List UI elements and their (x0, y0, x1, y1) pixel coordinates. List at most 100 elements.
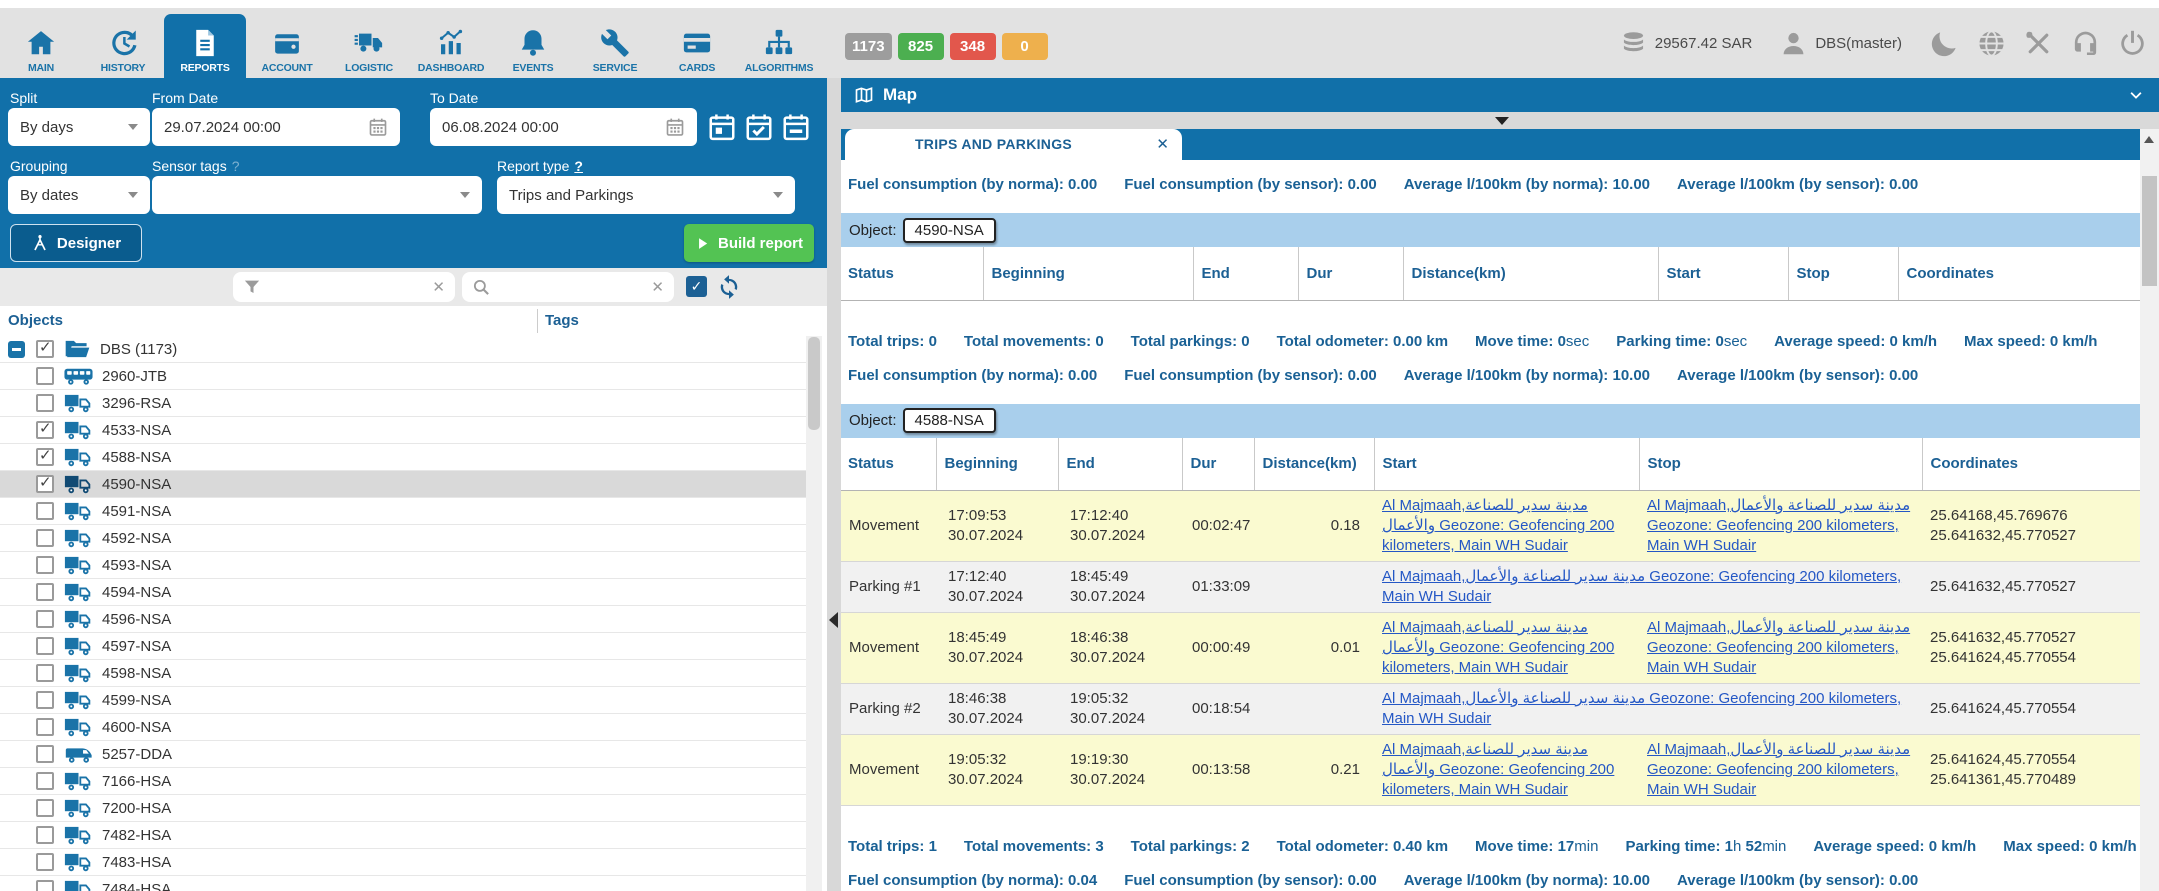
checkbox[interactable] (36, 610, 54, 628)
calendar-day-preset-icon[interactable] (707, 112, 737, 142)
tree-item[interactable]: 3296-RSA (0, 390, 806, 417)
objects-scrollbar-thumb[interactable] (808, 337, 820, 430)
tree-item[interactable]: 7484-HSA (0, 876, 806, 891)
tree-item[interactable]: 7166-HSA (0, 768, 806, 795)
tree-item[interactable]: 7200-HSA (0, 795, 806, 822)
start-location-link[interactable]: Al Majmaah,مدينة سدير للصناعة والأعمال G… (1382, 497, 1614, 554)
tree-item[interactable]: 4596-NSA (0, 606, 806, 633)
tree-item[interactable]: 4593-NSA (0, 552, 806, 579)
settings-tools-icon[interactable] (2024, 29, 2053, 58)
scroll-up-icon[interactable] (2144, 136, 2154, 143)
split-select[interactable]: By days (8, 108, 150, 146)
sensor-tags-select[interactable] (152, 176, 482, 214)
checkbox[interactable] (36, 421, 54, 439)
start-location-link[interactable]: Al Majmaah,مدينة سدير للصناعة والأعمال G… (1382, 741, 1614, 798)
checkbox[interactable] (36, 583, 54, 601)
sensor-tags-help[interactable]: ? (232, 158, 240, 174)
clear-filter-icon[interactable]: ✕ (432, 278, 445, 296)
checkbox[interactable] (36, 448, 54, 466)
logout-icon[interactable] (2118, 29, 2147, 58)
nav-tab-events[interactable]: EVENTS (492, 8, 574, 78)
filter-input[interactable]: ✕ (233, 272, 455, 302)
calendar-check-preset-icon[interactable] (744, 112, 774, 142)
checkbox[interactable] (36, 529, 54, 547)
stop-location-link[interactable]: Al Majmaah,مدينة سدير للصناعة والأعمال G… (1647, 497, 1910, 554)
tree-item[interactable]: 5257-DDA (0, 741, 806, 768)
parking-location-link[interactable]: Al Majmaah,مدينة سدير للصناعة والأعمال G… (1382, 690, 1901, 727)
checkbox[interactable] (36, 502, 54, 520)
checkbox[interactable] (36, 691, 54, 709)
checkbox[interactable] (36, 367, 54, 385)
tree-item[interactable]: 4533-NSA (0, 417, 806, 444)
counter-badge[interactable]: 348 (950, 33, 996, 60)
tree-item[interactable]: 4600-NSA (0, 714, 806, 741)
calendar-range-preset-icon[interactable] (781, 112, 811, 142)
nav-tab-algorithms[interactable]: ALGORITHMS (738, 8, 820, 78)
checkbox[interactable] (36, 772, 54, 790)
tree-item[interactable]: 4592-NSA (0, 525, 806, 552)
refresh-icon[interactable] (716, 274, 742, 300)
checkbox[interactable] (36, 718, 54, 736)
counter-badge[interactable]: 1173 (845, 33, 892, 60)
grouping-select[interactable]: By dates (8, 176, 150, 214)
checkbox[interactable] (36, 880, 54, 891)
checkbox[interactable] (36, 475, 54, 493)
expand-map-icon[interactable] (1495, 117, 1509, 125)
report-tab[interactable]: TRIPS AND PARKINGS ✕ (845, 129, 1182, 160)
nav-tab-service[interactable]: SERVICE (574, 8, 656, 78)
checkbox[interactable] (36, 394, 54, 412)
checkbox[interactable] (36, 745, 54, 763)
checkbox[interactable] (36, 664, 54, 682)
tree-item[interactable]: 4598-NSA (0, 660, 806, 687)
select-all-checkbox[interactable]: ✓ (686, 276, 707, 297)
to-date-input[interactable]: 06.08.2024 00:00 (430, 108, 697, 146)
tree-item[interactable]: 7483-HSA (0, 849, 806, 876)
checkbox[interactable] (36, 853, 54, 871)
calendar-icon[interactable] (665, 117, 685, 137)
checkbox[interactable] (36, 799, 54, 817)
nav-tab-reports[interactable]: REPORTS (164, 14, 246, 78)
nav-tab-main[interactable]: MAIN (0, 8, 82, 78)
map-collapse-icon[interactable] (2127, 86, 2145, 104)
report-type-select[interactable]: Trips and Parkings (497, 176, 795, 214)
checkbox[interactable] (36, 637, 54, 655)
clear-search-icon[interactable]: ✕ (651, 278, 664, 296)
checkbox[interactable] (36, 556, 54, 574)
search-input[interactable]: ✕ (462, 272, 674, 302)
collapse-toggle-icon[interactable] (8, 341, 25, 358)
nav-tab-dashboard[interactable]: DASHBOARD (410, 8, 492, 78)
parking-location-link[interactable]: Al Majmaah,مدينة سدير للصناعة والأعمال G… (1382, 568, 1901, 605)
checkbox[interactable] (36, 826, 54, 844)
tree-item[interactable]: 4599-NSA (0, 687, 806, 714)
calendar-icon[interactable] (368, 117, 388, 137)
tree-item[interactable]: 4588-NSA (0, 444, 806, 471)
designer-button[interactable]: Designer (10, 224, 142, 262)
tree-item[interactable]: 4594-NSA (0, 579, 806, 606)
tree-root-row[interactable]: DBS (1173) (0, 336, 806, 363)
report-type-help[interactable]: ? (574, 158, 583, 174)
checkbox[interactable] (36, 340, 54, 358)
tree-item[interactable]: 7482-HSA (0, 822, 806, 849)
report-scrollbar-thumb[interactable] (2142, 176, 2157, 286)
nav-tab-logistic[interactable]: LOGISTIC (328, 8, 410, 78)
nav-tab-account[interactable]: ACCOUNT (246, 8, 328, 78)
nav-tab-history[interactable]: HISTORY (82, 8, 164, 78)
tree-item[interactable]: 2960-JTB (0, 363, 806, 390)
counter-badge[interactable]: 825 (898, 33, 944, 60)
counter-badge[interactable]: 0 (1002, 33, 1048, 60)
tree-item[interactable]: 4590-NSA (0, 471, 806, 498)
support-icon[interactable] (2071, 29, 2100, 58)
build-report-button[interactable]: Build report (684, 224, 814, 262)
user-menu[interactable]: DBS(master) (1780, 30, 1902, 57)
panel-splitter[interactable] (827, 78, 841, 891)
dark-mode-icon[interactable] (1930, 29, 1959, 58)
stop-location-link[interactable]: Al Majmaah,مدينة سدير للصناعة والأعمال G… (1647, 741, 1910, 798)
language-icon[interactable] (1977, 29, 2006, 58)
stop-location-link[interactable]: Al Majmaah,مدينة سدير للصناعة والأعمال G… (1647, 619, 1910, 676)
tab-close-icon[interactable]: ✕ (1156, 135, 1169, 153)
nav-tab-cards[interactable]: CARDS (656, 8, 738, 78)
from-date-input[interactable]: 29.07.2024 00:00 (152, 108, 400, 146)
collapse-panel-icon[interactable] (829, 612, 838, 628)
tree-item[interactable]: 4591-NSA (0, 498, 806, 525)
start-location-link[interactable]: Al Majmaah,مدينة سدير للصناعة والأعمال G… (1382, 619, 1614, 676)
